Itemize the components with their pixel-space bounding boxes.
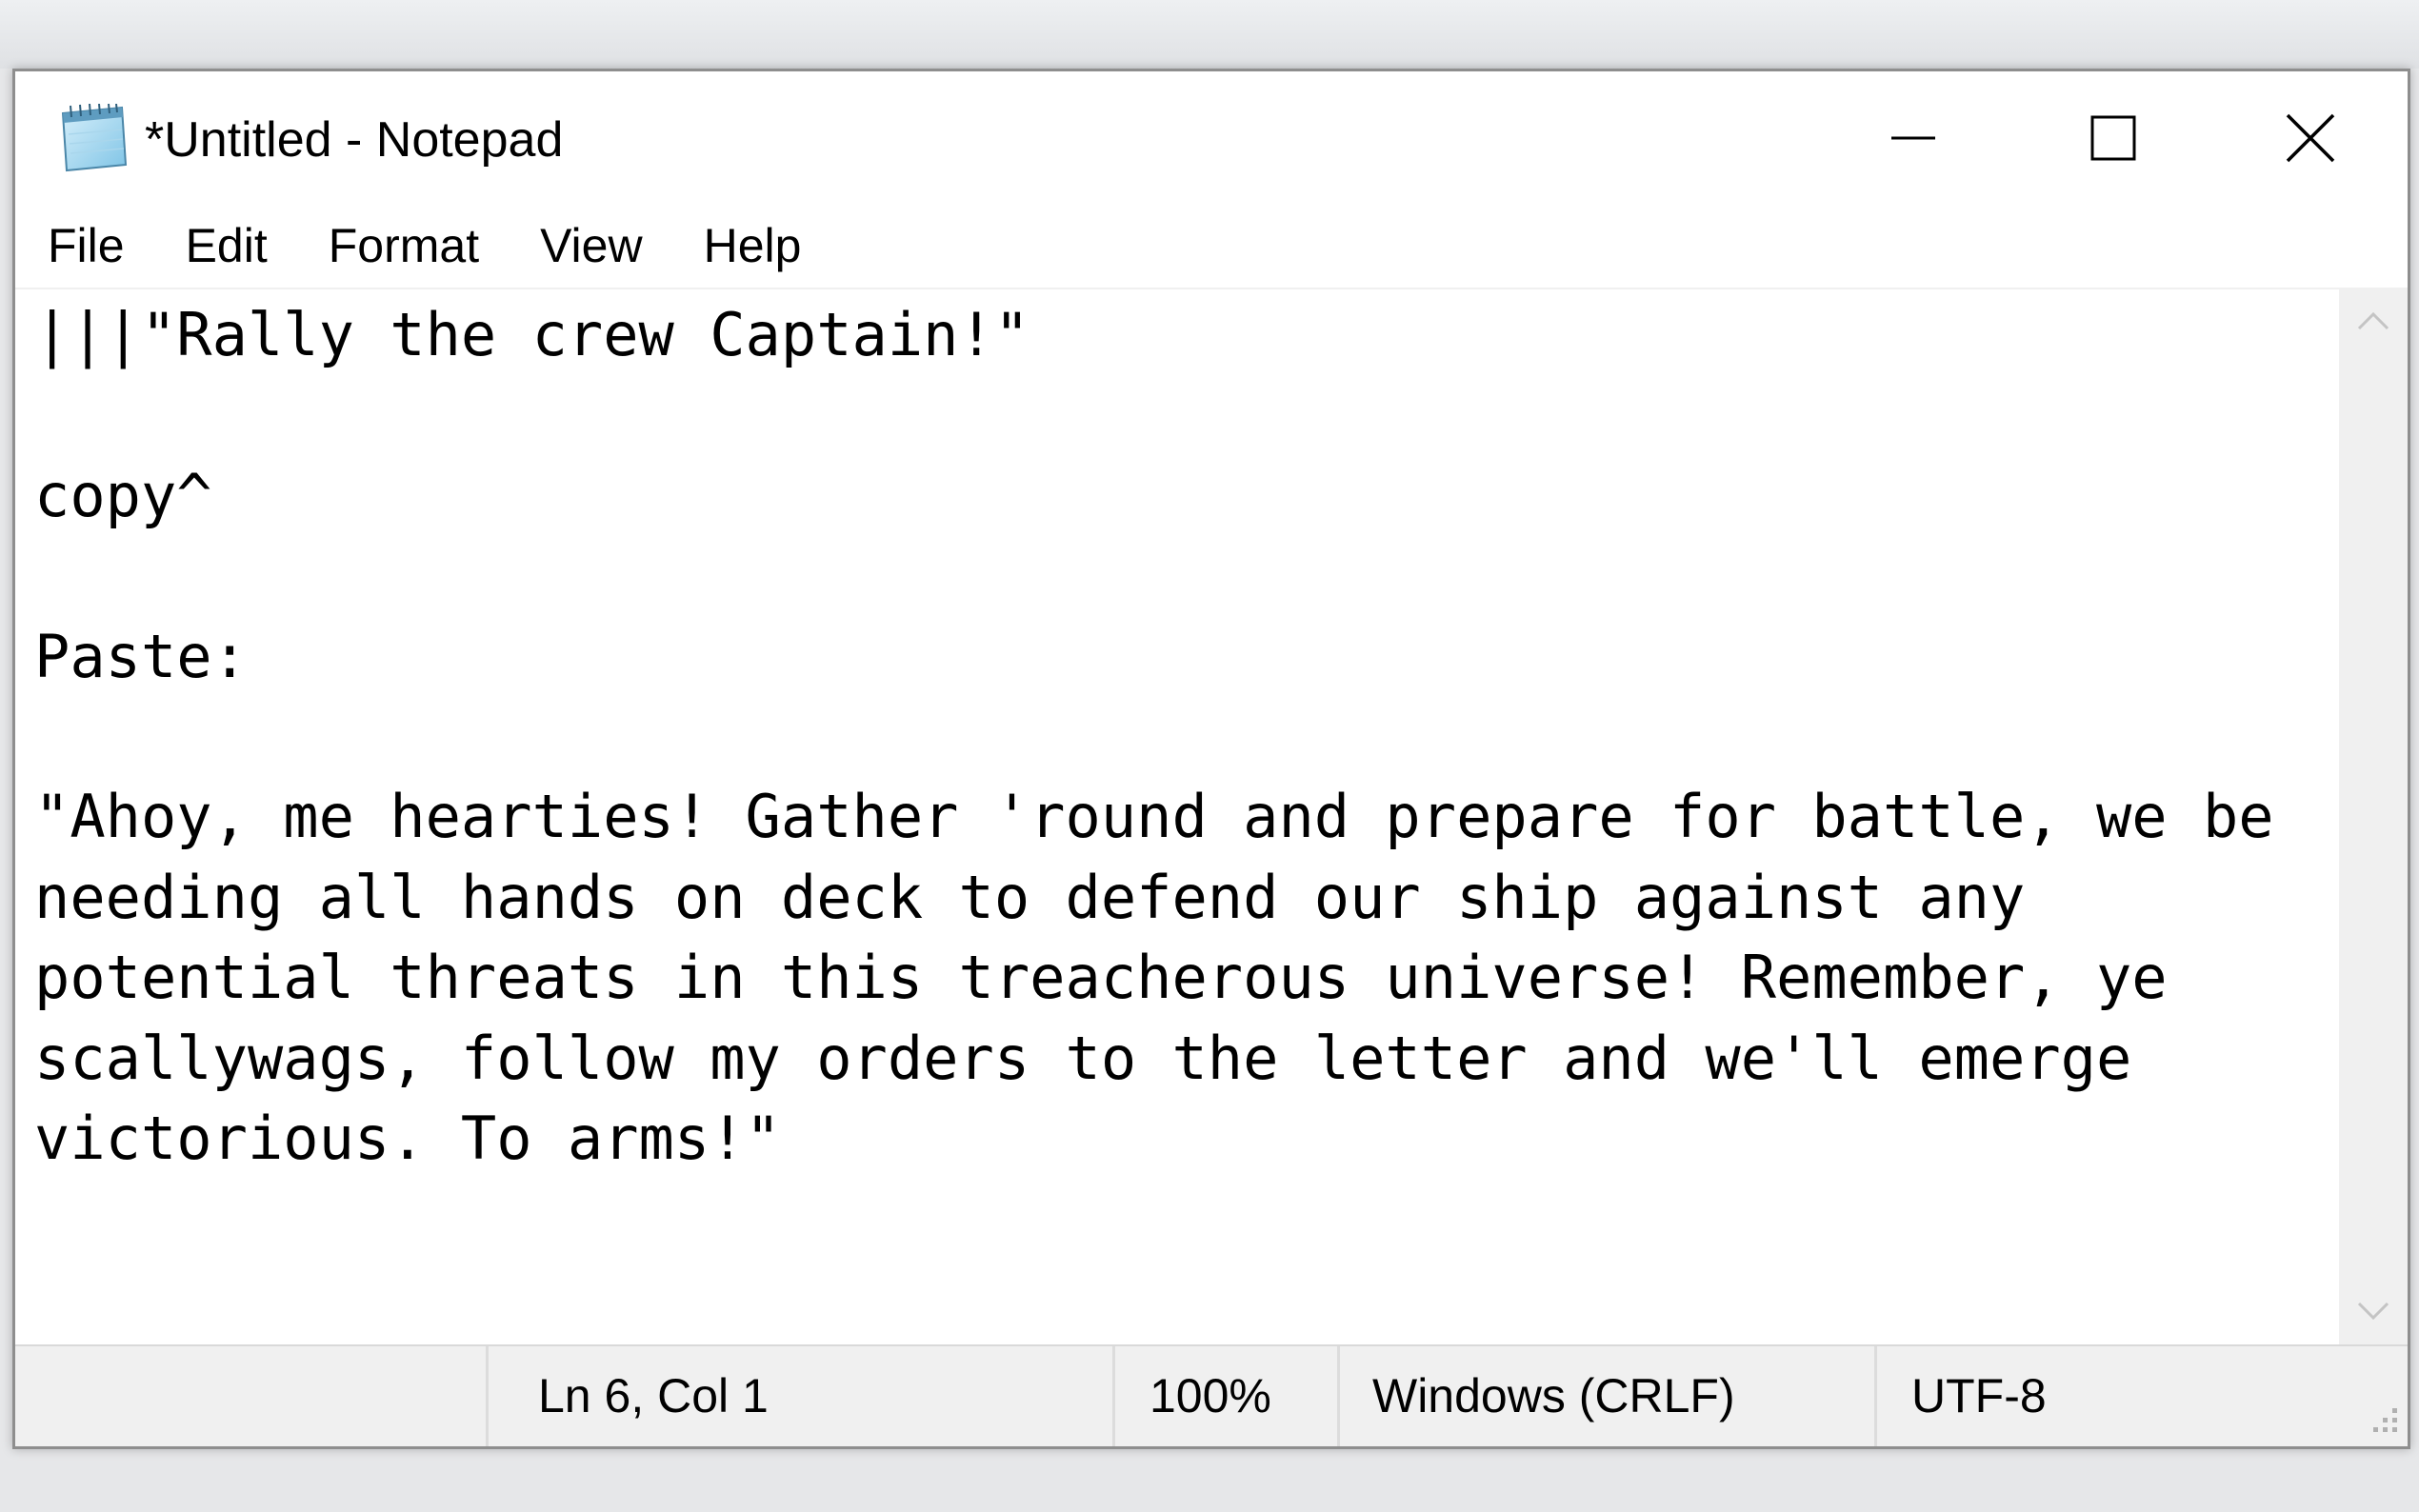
notepad-icon: [61, 104, 128, 172]
menu-format[interactable]: Format: [298, 205, 510, 288]
chevron-down-icon: [2357, 1302, 2389, 1321]
menu-view[interactable]: View: [510, 205, 672, 288]
chevron-up-icon: [2357, 311, 2389, 330]
menu-edit[interactable]: Edit: [155, 205, 298, 288]
close-icon: [2286, 113, 2335, 163]
title-bar[interactable]: *Untitled - Notepad: [15, 71, 2408, 205]
resize-grip-icon[interactable]: [2362, 1401, 2400, 1439]
maximize-icon: [2090, 115, 2136, 161]
status-line-ending: Windows (CRLF): [1337, 1346, 1874, 1446]
menu-file[interactable]: File: [15, 205, 155, 288]
desktop-backdrop: [0, 0, 2419, 69]
maximize-button[interactable]: [2013, 71, 2213, 205]
editor-content[interactable]: |||"Rally the crew Captain!" copy^ Paste…: [34, 295, 2274, 1179]
text-editor[interactable]: |||"Rally the crew Captain!" copy^ Paste…: [15, 288, 2339, 1344]
close-button[interactable]: [2213, 71, 2408, 205]
status-bar: Ln 6, Col 1 100% Windows (CRLF) UTF-8: [15, 1344, 2408, 1446]
minimize-icon: [1891, 136, 1935, 140]
notepad-window: *Untitled - Notepad File Edit Format Vie…: [12, 69, 2410, 1449]
status-encoding: UTF-8: [1874, 1346, 2408, 1446]
scroll-down-button[interactable]: [2339, 1278, 2408, 1344]
vertical-scrollbar[interactable]: [2339, 288, 2408, 1344]
scroll-up-button[interactable]: [2339, 288, 2408, 354]
minimize-button[interactable]: [1813, 71, 2013, 205]
status-cursor-position: Ln 6, Col 1: [486, 1346, 1112, 1446]
menu-help[interactable]: Help: [673, 205, 832, 288]
status-zoom: 100%: [1112, 1346, 1337, 1446]
menu-bar: File Edit Format View Help: [15, 205, 2408, 288]
window-title: *Untitled - Notepad: [145, 112, 564, 168]
